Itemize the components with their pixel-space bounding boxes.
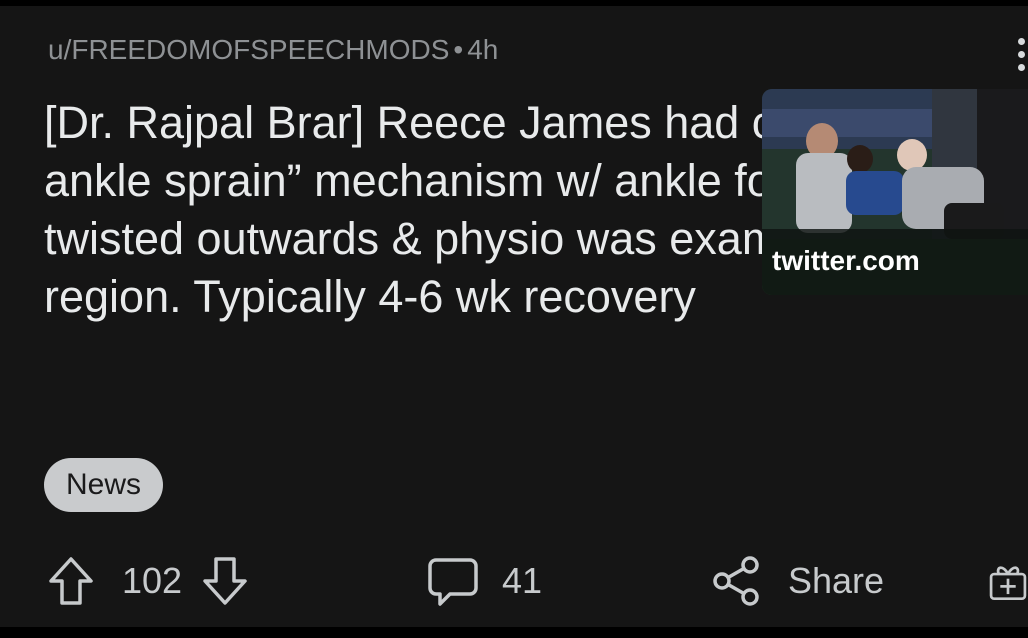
comments-button[interactable]: 41 [426,554,542,608]
more-options-icon[interactable] [1012,34,1028,74]
vote-bar: 102 [46,554,250,608]
gift-icon [989,566,1027,601]
share-nodes-icon [713,556,759,606]
bottom-divider [0,627,1028,638]
arrow-up-icon[interactable] [46,554,96,608]
share-button[interactable]: Share [710,554,884,608]
flair-badge[interactable]: News [44,458,164,512]
link-thumbnail[interactable]: twitter.com [762,89,1028,295]
thumbnail-domain: twitter.com [772,245,920,276]
meta-separator: • [453,34,464,65]
post-age: 4h [467,34,499,65]
arrow-down-icon[interactable] [200,554,250,608]
author-link[interactable]: u/FREEDOMOFSPEECHMODS [48,34,449,65]
speech-bubble-icon [428,558,478,606]
share-label: Share [788,560,885,601]
comment-count: 41 [502,560,543,601]
post-meta: u/FREEDOMOFSPEECHMODS • 4h [48,34,498,66]
score-count: 102 [122,560,183,601]
post-card[interactable]: u/FREEDOMOFSPEECHMODS • 4h [Dr. Rajpal Bra… [0,6,1028,627]
award-button[interactable] [988,554,1028,608]
